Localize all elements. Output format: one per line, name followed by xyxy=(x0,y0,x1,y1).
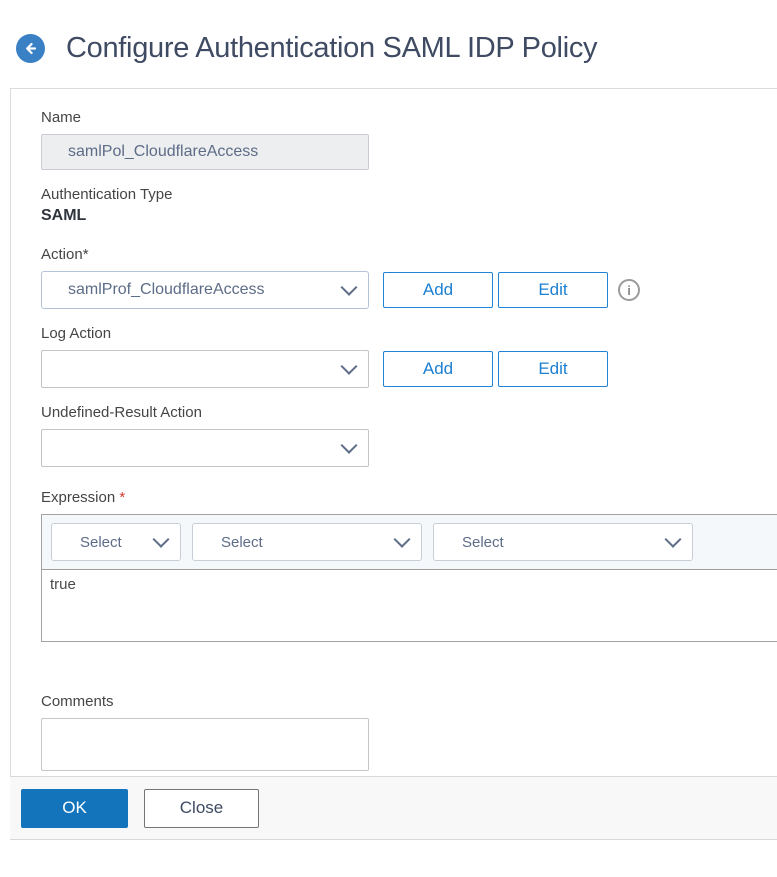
action-add-button[interactable]: Add xyxy=(383,272,493,308)
expression-field-group: Expression * Select Select Select true xyxy=(41,489,777,642)
expression-builder-toolbar: Select Select Select xyxy=(42,515,777,570)
name-field-group: Name xyxy=(41,109,777,170)
name-label: Name xyxy=(41,109,777,126)
name-input[interactable] xyxy=(41,134,369,170)
expression-select-2[interactable]: Select xyxy=(192,523,422,561)
form-panel: Name Authentication Type SAML Action* sa… xyxy=(10,88,777,776)
comments-field-group: Comments xyxy=(41,693,777,776)
comments-textarea[interactable] xyxy=(41,718,369,771)
close-button[interactable]: Close xyxy=(144,789,259,828)
chevron-down-icon xyxy=(665,531,682,548)
undefined-result-action-select[interactable] xyxy=(41,429,369,467)
chevron-down-icon xyxy=(341,437,358,454)
undefined-result-action-group: Undefined-Result Action xyxy=(41,404,777,467)
expression-select-1[interactable]: Select xyxy=(51,523,181,561)
authentication-type-group: Authentication Type SAML xyxy=(41,186,777,225)
expression-select-2-value: Select xyxy=(221,534,263,551)
ok-button[interactable]: OK xyxy=(21,789,128,828)
comments-label: Comments xyxy=(41,693,777,710)
chevron-down-icon xyxy=(394,531,411,548)
chevron-down-icon xyxy=(341,358,358,375)
authentication-type-label: Authentication Type xyxy=(41,186,777,203)
authentication-type-value: SAML xyxy=(41,207,777,225)
expression-label-text: Expression xyxy=(41,489,115,506)
required-asterisk: * xyxy=(119,489,125,506)
expression-textarea[interactable]: true xyxy=(42,570,777,641)
action-label: Action* xyxy=(41,246,777,263)
page-header: Configure Authentication SAML IDP Policy xyxy=(0,0,777,88)
action-edit-button[interactable]: Edit xyxy=(498,272,608,308)
chevron-down-icon xyxy=(153,531,170,548)
action-select-value: samlProf_CloudflareAccess xyxy=(68,281,265,299)
log-action-edit-button[interactable]: Edit xyxy=(498,351,608,387)
action-field-group: Action* samlProf_CloudflareAccess Add Ed… xyxy=(41,246,777,309)
log-action-field-group: Log Action Add Edit xyxy=(41,325,777,388)
log-action-label: Log Action xyxy=(41,325,777,342)
log-action-add-button[interactable]: Add xyxy=(383,351,493,387)
chevron-down-icon xyxy=(341,279,358,296)
back-button[interactable] xyxy=(16,34,45,63)
page-title: Configure Authentication SAML IDP Policy xyxy=(66,32,597,65)
arrow-left-icon xyxy=(23,41,38,56)
expression-select-3[interactable]: Select xyxy=(433,523,693,561)
expression-label: Expression * xyxy=(41,489,777,506)
expression-editor-area: true xyxy=(42,570,777,641)
action-select[interactable]: samlProf_CloudflareAccess xyxy=(41,271,369,309)
expression-builder: Select Select Select true xyxy=(41,514,777,642)
undefined-result-action-label: Undefined-Result Action xyxy=(41,404,777,421)
dialog-footer: OK Close xyxy=(10,776,777,840)
expression-select-3-value: Select xyxy=(462,534,504,551)
info-icon[interactable]: i xyxy=(618,279,640,301)
log-action-select[interactable] xyxy=(41,350,369,388)
expression-select-1-value: Select xyxy=(80,534,122,551)
